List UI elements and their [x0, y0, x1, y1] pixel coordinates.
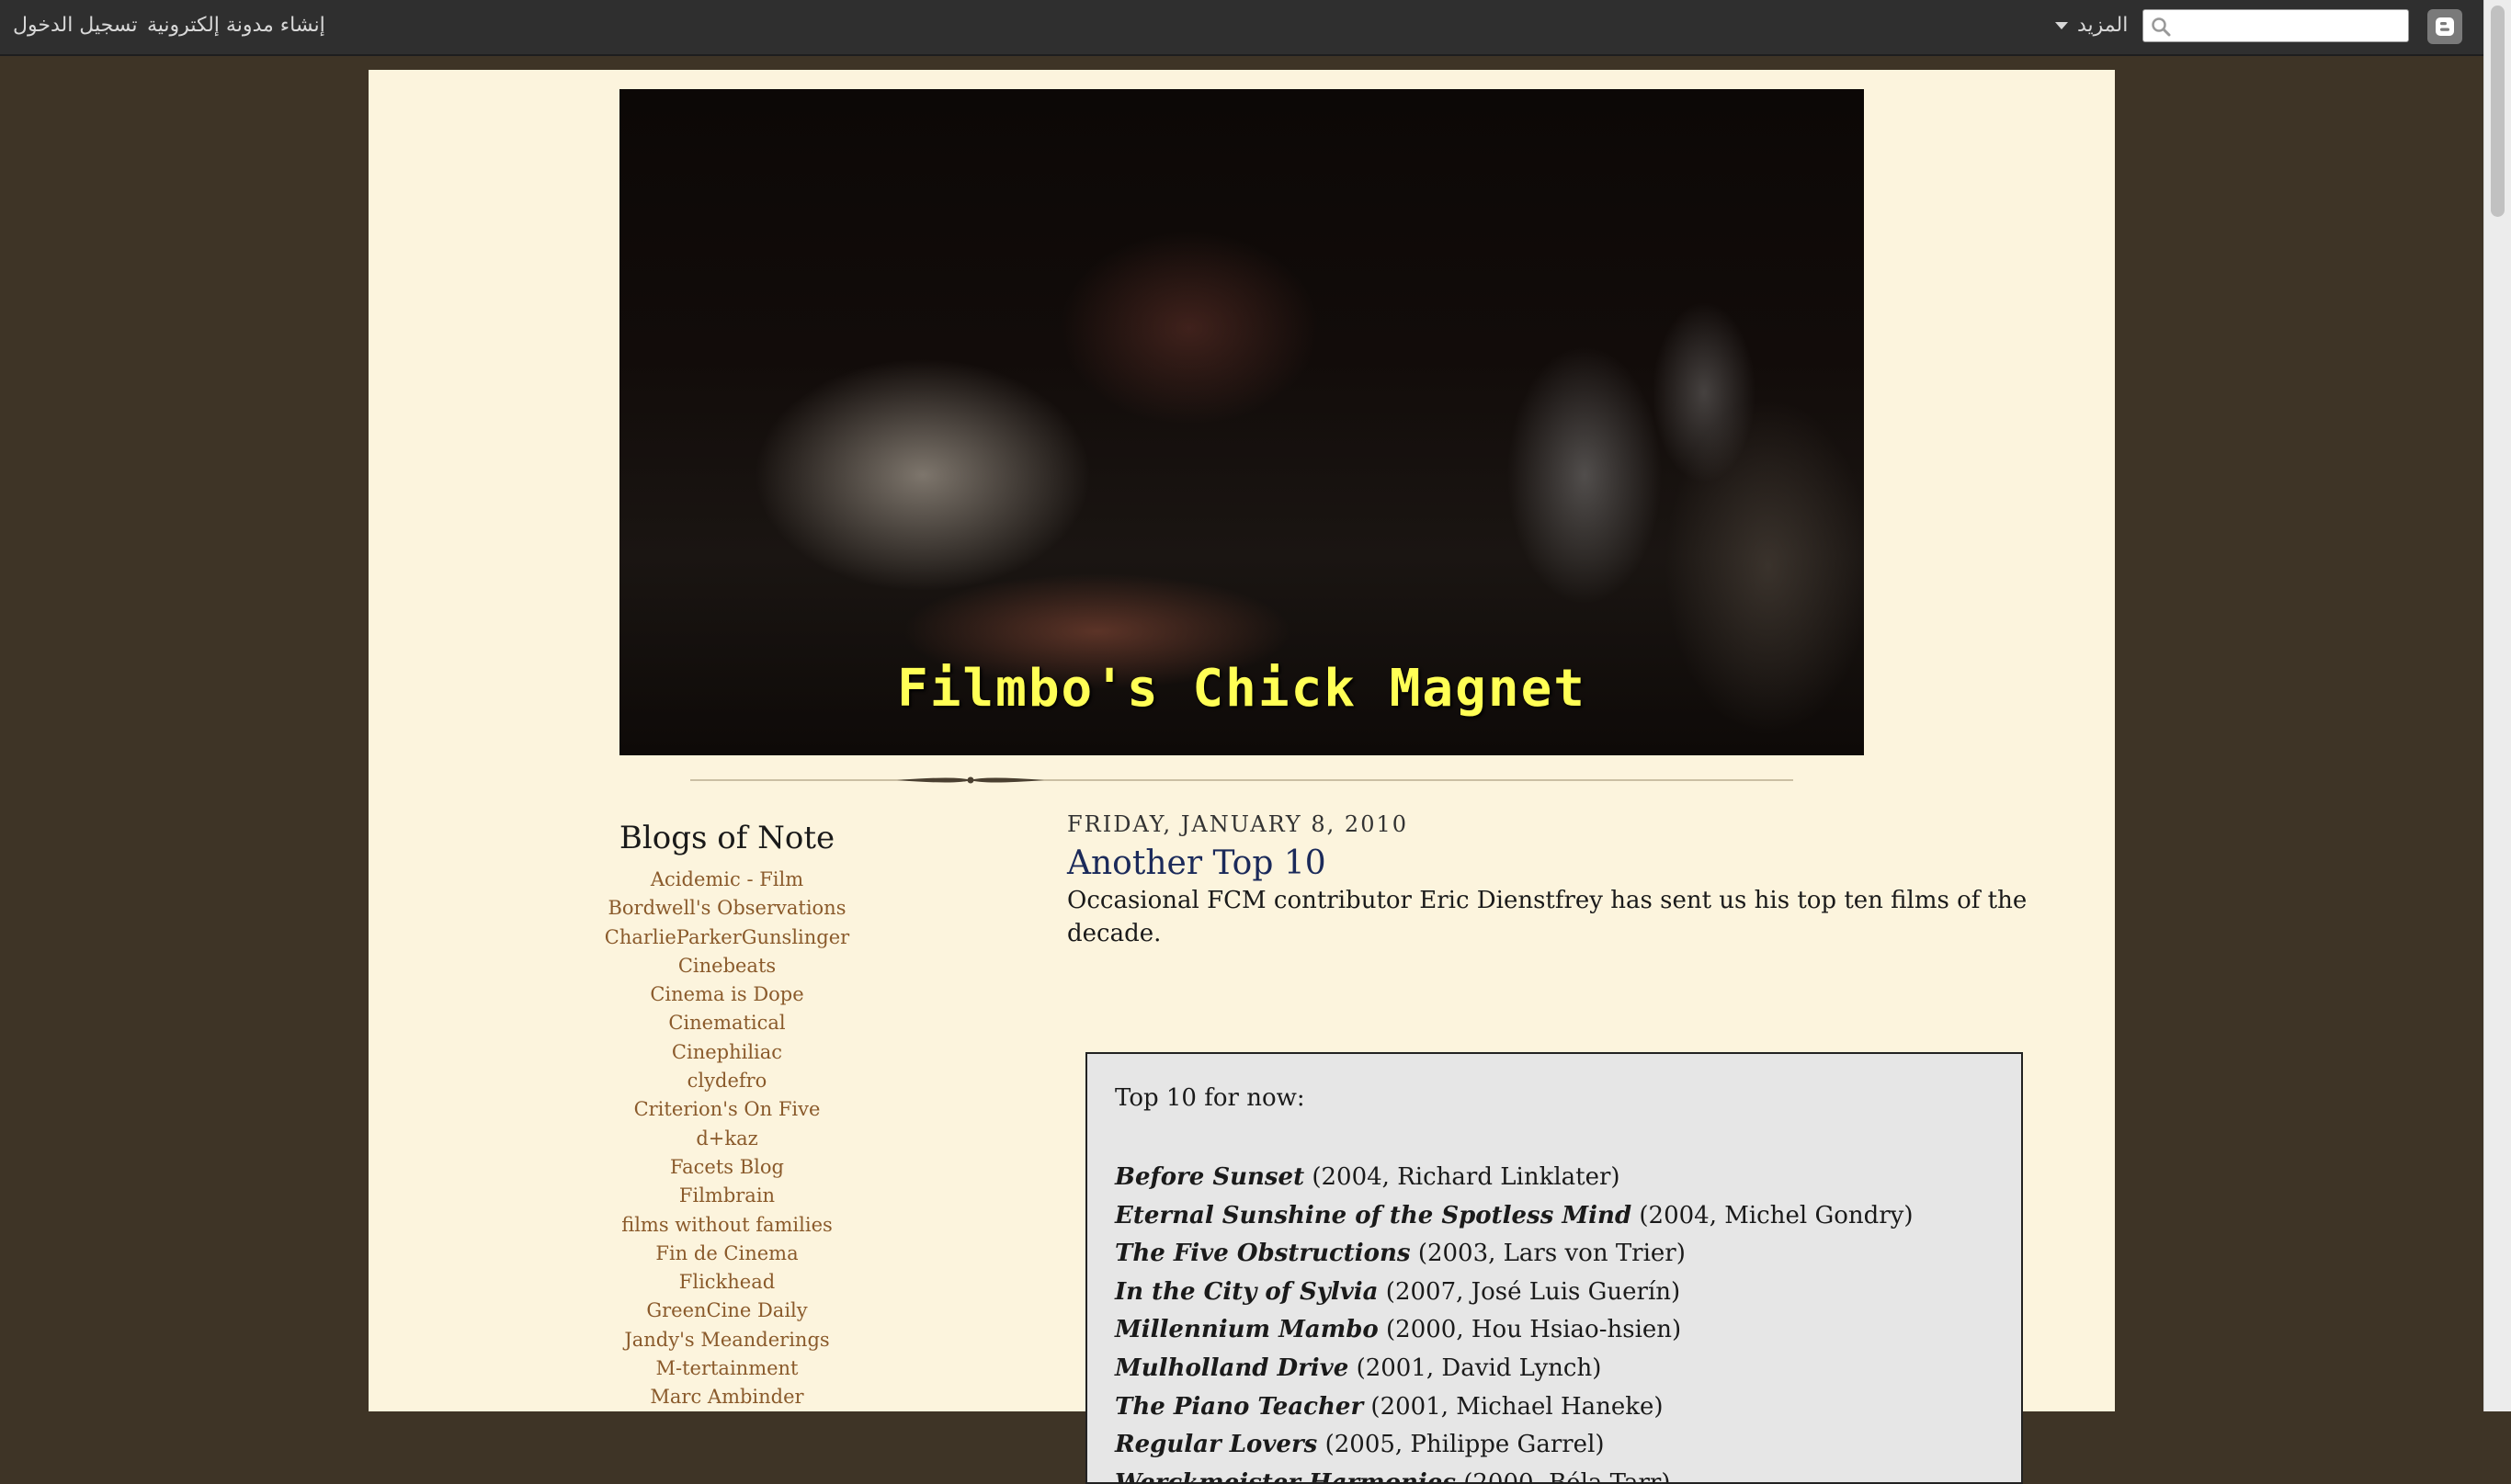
blog-link[interactable]: Cinephiliac [580, 1038, 874, 1067]
search-icon [2152, 17, 2171, 37]
film-info: (2000, Béla Tarr) [1455, 1468, 1671, 1484]
more-menu-button[interactable]: المزيد [2055, 13, 2128, 39]
film-info: (2001, David Lynch) [1348, 1354, 1602, 1382]
film-info: (2007, José Luis Guerín) [1378, 1277, 1681, 1306]
blog-link[interactable]: Facets Blog [580, 1153, 874, 1182]
blog-link[interactable]: Jandy's Meanderings [580, 1326, 874, 1354]
blog-link[interactable]: GreenCine Daily [580, 1297, 874, 1325]
blog-link[interactable]: Marc Ambinder [580, 1383, 874, 1411]
film-info: (2004, Richard Linklater) [1304, 1163, 1620, 1191]
film-title: Before Sunset [1115, 1163, 1305, 1191]
blog-link[interactable]: films without families [580, 1211, 874, 1240]
film-info: (2004, Michel Gondry) [1631, 1201, 1914, 1229]
post-intro: Occasional FCM contributor Eric Dienstfr… [1067, 887, 2028, 947]
film-title: Regular Lovers [1115, 1431, 1318, 1459]
create-blog-link[interactable]: إنشاء مدونة إلكترونية [147, 13, 325, 39]
film-entry: The Five Obstructions (2003, Lars von Tr… [1115, 1235, 1994, 1274]
search-input[interactable] [2176, 12, 2408, 41]
caret-down-icon [2055, 22, 2068, 29]
film-title: Werckmeister Harmonies [1115, 1468, 1456, 1484]
film-entry: Eternal Sunshine of the Spotless Mind (2… [1115, 1197, 1994, 1236]
blog-post: FRIDAY, JANUARY 8, 2010 Another Top 10 O… [1067, 810, 2041, 1484]
film-entry: Werckmeister Harmonies (2000, Béla Tarr) [1115, 1465, 1994, 1484]
film-title: Mulholland Drive [1115, 1354, 1349, 1382]
blog-link[interactable]: Flickhead [580, 1268, 874, 1297]
film-entry: Mulholland Drive (2001, David Lynch) [1115, 1350, 1994, 1388]
film-title: In the City of Sylvia [1115, 1277, 1379, 1306]
vertical-scrollbar[interactable] [2483, 0, 2511, 1411]
sidebar: Blogs of Note Acidemic - Film Bordwell's… [580, 820, 874, 1412]
film-info: (2003, Lars von Trier) [1410, 1240, 1686, 1268]
film-entry: Millennium Mambo (2000, Hou Hsiao-hsien) [1115, 1311, 1994, 1350]
blogger-logo-icon[interactable] [2427, 9, 2462, 44]
blog-link[interactable]: Criterion's On Five [580, 1095, 874, 1124]
post-title[interactable]: Another Top 10 [1067, 844, 2041, 884]
blog-link[interactable]: Cinema is Dope [580, 980, 874, 1009]
top-ten-box: Top 10 for now: Before Sunset (2004, Ric… [1085, 1052, 2023, 1484]
top-navbar: تسجيل الدخول إنشاء مدونة إلكترونية المزي… [0, 0, 2483, 56]
post-date: FRIDAY, JANUARY 8, 2010 [1067, 811, 1408, 837]
blog-link[interactable]: clydefro [580, 1067, 874, 1095]
film-entry: Before Sunset (2004, Richard Linklater) [1115, 1159, 1994, 1197]
blog-page: Filmbo's Chick Magnet Blogs of Note Acid… [369, 70, 2115, 1484]
film-title: Eternal Sunshine of the Spotless Mind [1115, 1201, 1632, 1229]
header-image: Filmbo's Chick Magnet [619, 89, 1864, 755]
blog-link[interactable]: Acidemic - Film [580, 866, 874, 894]
blog-link[interactable]: Cinebeats [580, 952, 874, 980]
blogger-b-icon [2436, 17, 2454, 36]
blog-link[interactable]: CharlieParkerGunslinger [580, 923, 874, 952]
film-title: Millennium Mambo [1115, 1316, 1379, 1344]
scrollbar-thumb[interactable] [2491, 6, 2505, 217]
film-entry: In the City of Sylvia (2007, José Luis G… [1115, 1274, 1994, 1312]
film-info: (2000, Hou Hsiao-hsien) [1378, 1316, 1682, 1344]
sidebar-heading: Blogs of Note [619, 820, 835, 856]
film-entry: Regular Lovers (2005, Philippe Garrel) [1115, 1426, 1994, 1465]
film-title: The Piano Teacher [1115, 1392, 1364, 1421]
blog-link[interactable]: M-tertainment [580, 1354, 874, 1383]
film-entry: The Piano Teacher (2001, Michael Haneke) [1115, 1388, 1994, 1427]
blog-title[interactable]: Filmbo's Chick Magnet [619, 659, 1864, 719]
search-field[interactable] [2142, 9, 2409, 42]
blog-link[interactable]: Bordwell's Observations [580, 894, 874, 923]
top-ten-lead: Top 10 for now: [1115, 1084, 1305, 1112]
ornamental-divider [690, 776, 1793, 784]
film-title: The Five Obstructions [1115, 1240, 1411, 1268]
blog-list: Acidemic - Film Bordwell's Observations … [580, 866, 874, 1412]
blog-link[interactable]: Fin de Cinema [580, 1240, 874, 1268]
login-link[interactable]: تسجيل الدخول [13, 13, 138, 39]
blog-link[interactable]: Cinematical [580, 1009, 874, 1037]
blog-link[interactable]: Filmbrain [580, 1182, 874, 1210]
film-info: (2001, Michael Haneke) [1363, 1392, 1664, 1421]
film-info: (2005, Philippe Garrel) [1317, 1431, 1605, 1459]
blog-link[interactable]: d+kaz [580, 1125, 874, 1153]
more-menu-label: المزيد [2077, 14, 2129, 37]
